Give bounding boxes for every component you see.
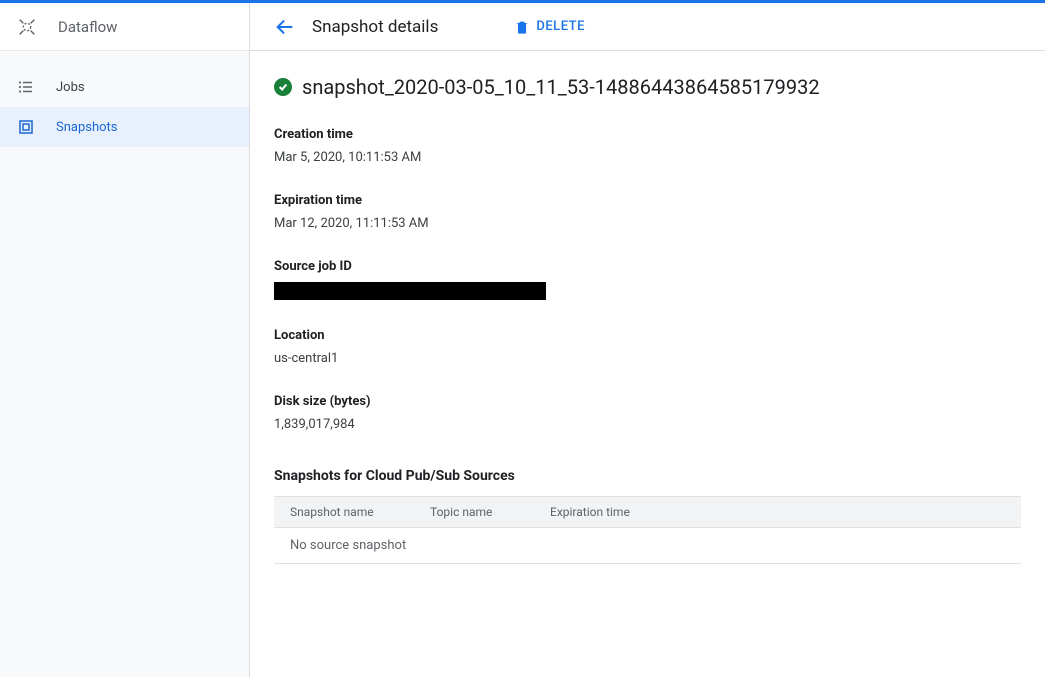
sidebar-header: Dataflow <box>0 3 249 51</box>
snapshot-name: snapshot_2020-03-05_10_11_53-14886443864… <box>302 75 820 99</box>
trash-icon <box>514 19 530 35</box>
field-value: 1,839,017,984 <box>274 417 1021 432</box>
field-label: Location <box>274 328 1021 343</box>
field-creation-time: Creation time Mar 5, 2020, 10:11:53 AM <box>274 127 1021 165</box>
field-label: Disk size (bytes) <box>274 394 1021 409</box>
product-name: Dataflow <box>58 18 117 36</box>
status-success-icon <box>274 78 292 96</box>
page-header: Snapshot details DELETE <box>250 3 1045 51</box>
snapshot-title-row: snapshot_2020-03-05_10_11_53-14886443864… <box>274 75 1021 99</box>
dataflow-product-icon <box>16 16 38 38</box>
field-expiration-time: Expiration time Mar 12, 2020, 11:11:53 A… <box>274 193 1021 231</box>
snapshot-icon <box>16 117 36 137</box>
page-title: Snapshot details <box>312 17 438 37</box>
list-icon <box>16 77 36 97</box>
column-snapshot-name: Snapshot name <box>290 505 390 519</box>
field-label: Expiration time <box>274 193 1021 208</box>
sidebar-item-label: Snapshots <box>56 120 118 135</box>
main-content: Snapshot details DELETE snapshot_2020-03… <box>250 3 1045 677</box>
field-value: Mar 12, 2020, 11:11:53 AM <box>274 216 1021 231</box>
sidebar: Dataflow Jobs <box>0 3 250 677</box>
table-header: Snapshot name Topic name Expiration time <box>274 496 1021 528</box>
sidebar-item-label: Jobs <box>56 80 85 95</box>
field-label: Source job ID <box>274 259 1021 274</box>
sidebar-item-jobs[interactable]: Jobs <box>0 67 249 107</box>
field-label: Creation time <box>274 127 1021 142</box>
field-value: Mar 5, 2020, 10:11:53 AM <box>274 150 1021 165</box>
column-topic-name: Topic name <box>430 505 510 519</box>
field-source-job-id: Source job ID <box>274 259 1021 300</box>
field-location: Location us-central1 <box>274 328 1021 366</box>
field-value: us-central1 <box>274 351 1021 366</box>
field-disk-size: Disk size (bytes) 1,839,017,984 <box>274 394 1021 432</box>
back-button[interactable] <box>274 16 296 38</box>
arrow-left-icon <box>274 16 296 38</box>
pubsub-table: Snapshot name Topic name Expiration time… <box>274 496 1021 564</box>
delete-label: DELETE <box>536 19 585 34</box>
pubsub-section-title: Snapshots for Cloud Pub/Sub Sources <box>274 468 1021 484</box>
sidebar-item-snapshots[interactable]: Snapshots <box>0 107 249 147</box>
table-empty-row: No source snapshot <box>274 528 1021 564</box>
redacted-value <box>274 282 546 300</box>
delete-button[interactable]: DELETE <box>514 19 585 35</box>
column-expiration-time: Expiration time <box>550 505 670 519</box>
